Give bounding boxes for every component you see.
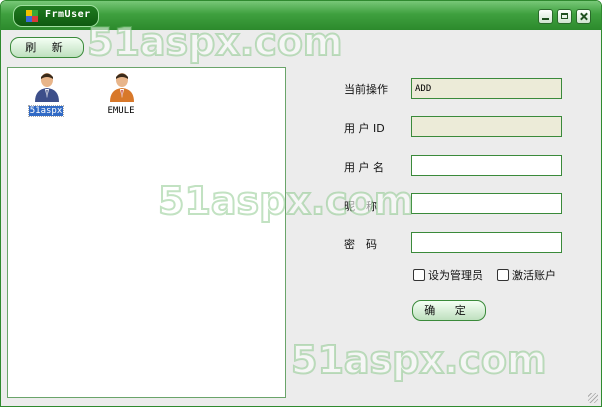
refresh-button[interactable]: 刷 新 <box>10 37 84 58</box>
userid-label: 用 户 ID <box>344 122 385 135</box>
set-admin-checkbox[interactable] <box>413 269 425 281</box>
activate-label[interactable]: 激活账户 <box>512 267 556 283</box>
user-name: EMULE <box>107 106 135 116</box>
confirm-button[interactable]: 确 定 <box>412 300 486 321</box>
userid-field[interactable] <box>411 116 562 137</box>
set-admin-label[interactable]: 设为管理员 <box>428 267 483 283</box>
username-field[interactable] <box>411 155 562 176</box>
main-window: FrmUser 刷 新 51aspx EMULE 当前操作 ADD 用 户 ID… <box>0 0 602 407</box>
user-name: 51aspx <box>27 105 65 117</box>
resize-grip-icon[interactable] <box>588 393 598 403</box>
nickname-label: 昵 称 <box>344 200 377 213</box>
nickname-field[interactable] <box>411 193 562 214</box>
password-label: 密 码 <box>344 238 377 251</box>
app-icon <box>26 10 38 22</box>
minimize-button[interactable] <box>538 9 553 24</box>
title-bar[interactable]: FrmUser <box>1 1 601 30</box>
window-title: FrmUser <box>45 9 91 20</box>
user-item-emule[interactable]: EMULE <box>91 71 151 121</box>
operation-label: 当前操作 <box>344 83 388 96</box>
watermark-text: 51aspx.com <box>290 337 548 383</box>
maximize-button[interactable] <box>557 9 572 24</box>
operation-field[interactable] <box>411 78 562 99</box>
activate-checkbox[interactable] <box>497 269 509 281</box>
username-label: 用 户 名 <box>344 161 384 174</box>
maximize-icon <box>561 13 568 19</box>
password-field[interactable] <box>411 232 562 253</box>
close-button[interactable] <box>576 9 591 24</box>
user-avatar-icon <box>35 73 59 102</box>
user-list[interactable]: 51aspx EMULE <box>7 67 286 398</box>
minimize-icon <box>542 18 549 20</box>
user-avatar-icon <box>110 73 134 102</box>
user-item-51aspx[interactable]: 51aspx <box>16 71 76 121</box>
title-tab: FrmUser <box>13 5 99 27</box>
